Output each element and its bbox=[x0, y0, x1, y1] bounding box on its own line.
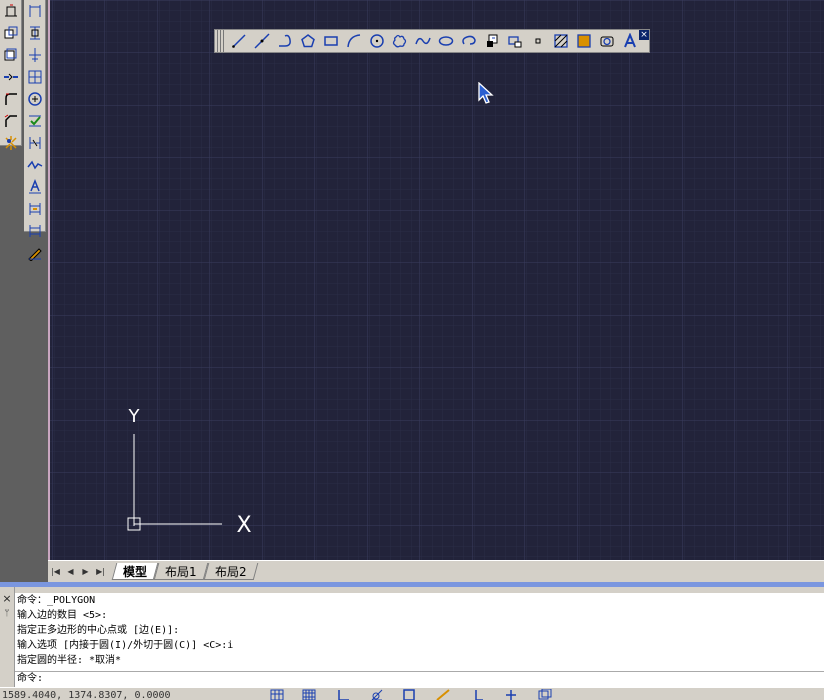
ucs-y-label: Y bbox=[128, 406, 141, 427]
spline-icon[interactable] bbox=[411, 30, 434, 52]
tab-nav-first[interactable]: |◀ bbox=[48, 564, 63, 580]
history-line: 输入选项 [内接于圆(I)/外切于圆(C)] <C>:i bbox=[17, 640, 234, 651]
pin-icon[interactable]: ᛘ bbox=[0, 609, 14, 619]
stretch-icon[interactable] bbox=[0, 0, 22, 22]
baseline-dim-icon[interactable] bbox=[24, 66, 46, 88]
command-prompt: 命令: bbox=[17, 673, 44, 684]
otrack-icon[interactable] bbox=[432, 689, 454, 700]
osnap-icon[interactable] bbox=[398, 689, 420, 700]
jogged-dim-icon[interactable] bbox=[24, 154, 46, 176]
autocad-window: Y X × |◀ ◀ ▶ ▶| 模型 布局1 布局2 × ᛘ 命令：_POLYG… bbox=[0, 0, 824, 700]
ellipse-arc-icon[interactable] bbox=[457, 30, 480, 52]
line-icon[interactable] bbox=[227, 30, 250, 52]
make-block-icon[interactable] bbox=[503, 30, 526, 52]
tab-nav-prev[interactable]: ◀ bbox=[63, 564, 78, 580]
explode-icon[interactable] bbox=[0, 132, 22, 154]
dimension-toolbar bbox=[24, 0, 46, 261]
close-toolbar-button[interactable]: × bbox=[639, 30, 649, 40]
construction-line-icon[interactable] bbox=[250, 30, 273, 52]
region-icon[interactable] bbox=[595, 30, 618, 52]
history-line: 指定正多边形的中心点或 [边(E)]: bbox=[17, 625, 180, 636]
draw-toolbar: × bbox=[214, 29, 650, 53]
ordinate-dim-icon[interactable] bbox=[24, 44, 46, 66]
ucs-icon: Y X bbox=[127, 406, 252, 538]
multiline-text-icon[interactable] bbox=[618, 30, 641, 52]
polar-icon[interactable] bbox=[366, 689, 388, 700]
hatch-icon[interactable] bbox=[549, 30, 572, 52]
polygon-icon[interactable] bbox=[296, 30, 319, 52]
chamfer-icon[interactable] bbox=[0, 110, 22, 132]
join-icon[interactable] bbox=[0, 66, 22, 88]
rectangle-icon[interactable] bbox=[319, 30, 342, 52]
close-icon[interactable]: × bbox=[0, 592, 14, 605]
toolbar-grip[interactable] bbox=[217, 30, 225, 52]
mouse-cursor bbox=[478, 82, 494, 104]
command-window: × ᛘ 命令：_POLYGON 输入边的数目 <5>: 指定正多边形的中心点或 … bbox=[0, 587, 824, 687]
center-mark-icon[interactable] bbox=[24, 88, 46, 110]
dim-space-icon[interactable] bbox=[24, 198, 46, 220]
mirror-icon[interactable] bbox=[0, 44, 22, 66]
tab-nav-last[interactable]: ▶| bbox=[93, 564, 108, 580]
lwt-icon[interactable] bbox=[534, 689, 556, 700]
drawing-canvas[interactable]: Y X bbox=[48, 0, 824, 560]
left-dock bbox=[0, 0, 48, 585]
dim-break-icon[interactable] bbox=[24, 132, 46, 154]
ducs-icon[interactable] bbox=[466, 689, 488, 700]
command-window-titlebar: × ᛘ bbox=[0, 587, 15, 687]
fillet-icon[interactable] bbox=[0, 88, 22, 110]
dim-check-icon[interactable] bbox=[24, 110, 46, 132]
text-edit-icon[interactable] bbox=[24, 176, 46, 198]
history-line: 命令：_POLYGON bbox=[17, 595, 96, 606]
coordinate-readout[interactable]: 1589.4040, 1374.8307, 0.0000 bbox=[2, 690, 171, 700]
polyline-icon[interactable] bbox=[273, 30, 296, 52]
dyn-icon[interactable] bbox=[500, 689, 522, 700]
layout-tab-bar: |◀ ◀ ▶ ▶| 模型 布局1 布局2 bbox=[48, 560, 824, 582]
ortho-icon[interactable] bbox=[332, 689, 354, 700]
revision-cloud-icon[interactable] bbox=[388, 30, 411, 52]
point-icon[interactable] bbox=[526, 30, 549, 52]
grid-icon[interactable] bbox=[298, 689, 320, 700]
tab-layout2-label: 布局2 bbox=[214, 564, 247, 579]
aligned-dim-icon[interactable] bbox=[24, 22, 46, 44]
dim-style-icon[interactable] bbox=[24, 220, 46, 242]
snap-icon[interactable] bbox=[266, 689, 288, 700]
history-line: 输入边的数目 <5>: bbox=[17, 610, 108, 621]
arc-icon[interactable] bbox=[342, 30, 365, 52]
command-input[interactable]: 命令: bbox=[15, 671, 824, 687]
modify-toolbar bbox=[0, 0, 22, 150]
tab-layout2[interactable]: 布局2 bbox=[203, 563, 258, 580]
tab-model-label: 模型 bbox=[123, 564, 148, 579]
ellipse-icon[interactable] bbox=[434, 30, 457, 52]
history-line: 指定圆的半径: *取消* bbox=[17, 655, 122, 666]
tab-layout1[interactable]: 布局1 bbox=[153, 563, 208, 580]
tab-layout1-label: 布局1 bbox=[165, 564, 197, 579]
command-history: 命令：_POLYGON 输入边的数目 <5>: 指定正多边形的中心点或 [边(E… bbox=[15, 593, 824, 671]
linear-dim-icon[interactable] bbox=[24, 0, 46, 22]
copy-icon[interactable] bbox=[0, 22, 22, 44]
circle-icon[interactable] bbox=[365, 30, 388, 52]
ucs-x-label: X bbox=[236, 513, 251, 538]
tab-model[interactable]: 模型 bbox=[111, 563, 159, 580]
dim-edit-icon[interactable] bbox=[24, 242, 46, 264]
status-bar: 1589.4040, 1374.8307, 0.0000 bbox=[0, 687, 824, 700]
insert-block-icon[interactable] bbox=[480, 30, 503, 52]
tab-nav-next[interactable]: ▶ bbox=[78, 564, 93, 580]
gradient-icon[interactable] bbox=[572, 30, 595, 52]
